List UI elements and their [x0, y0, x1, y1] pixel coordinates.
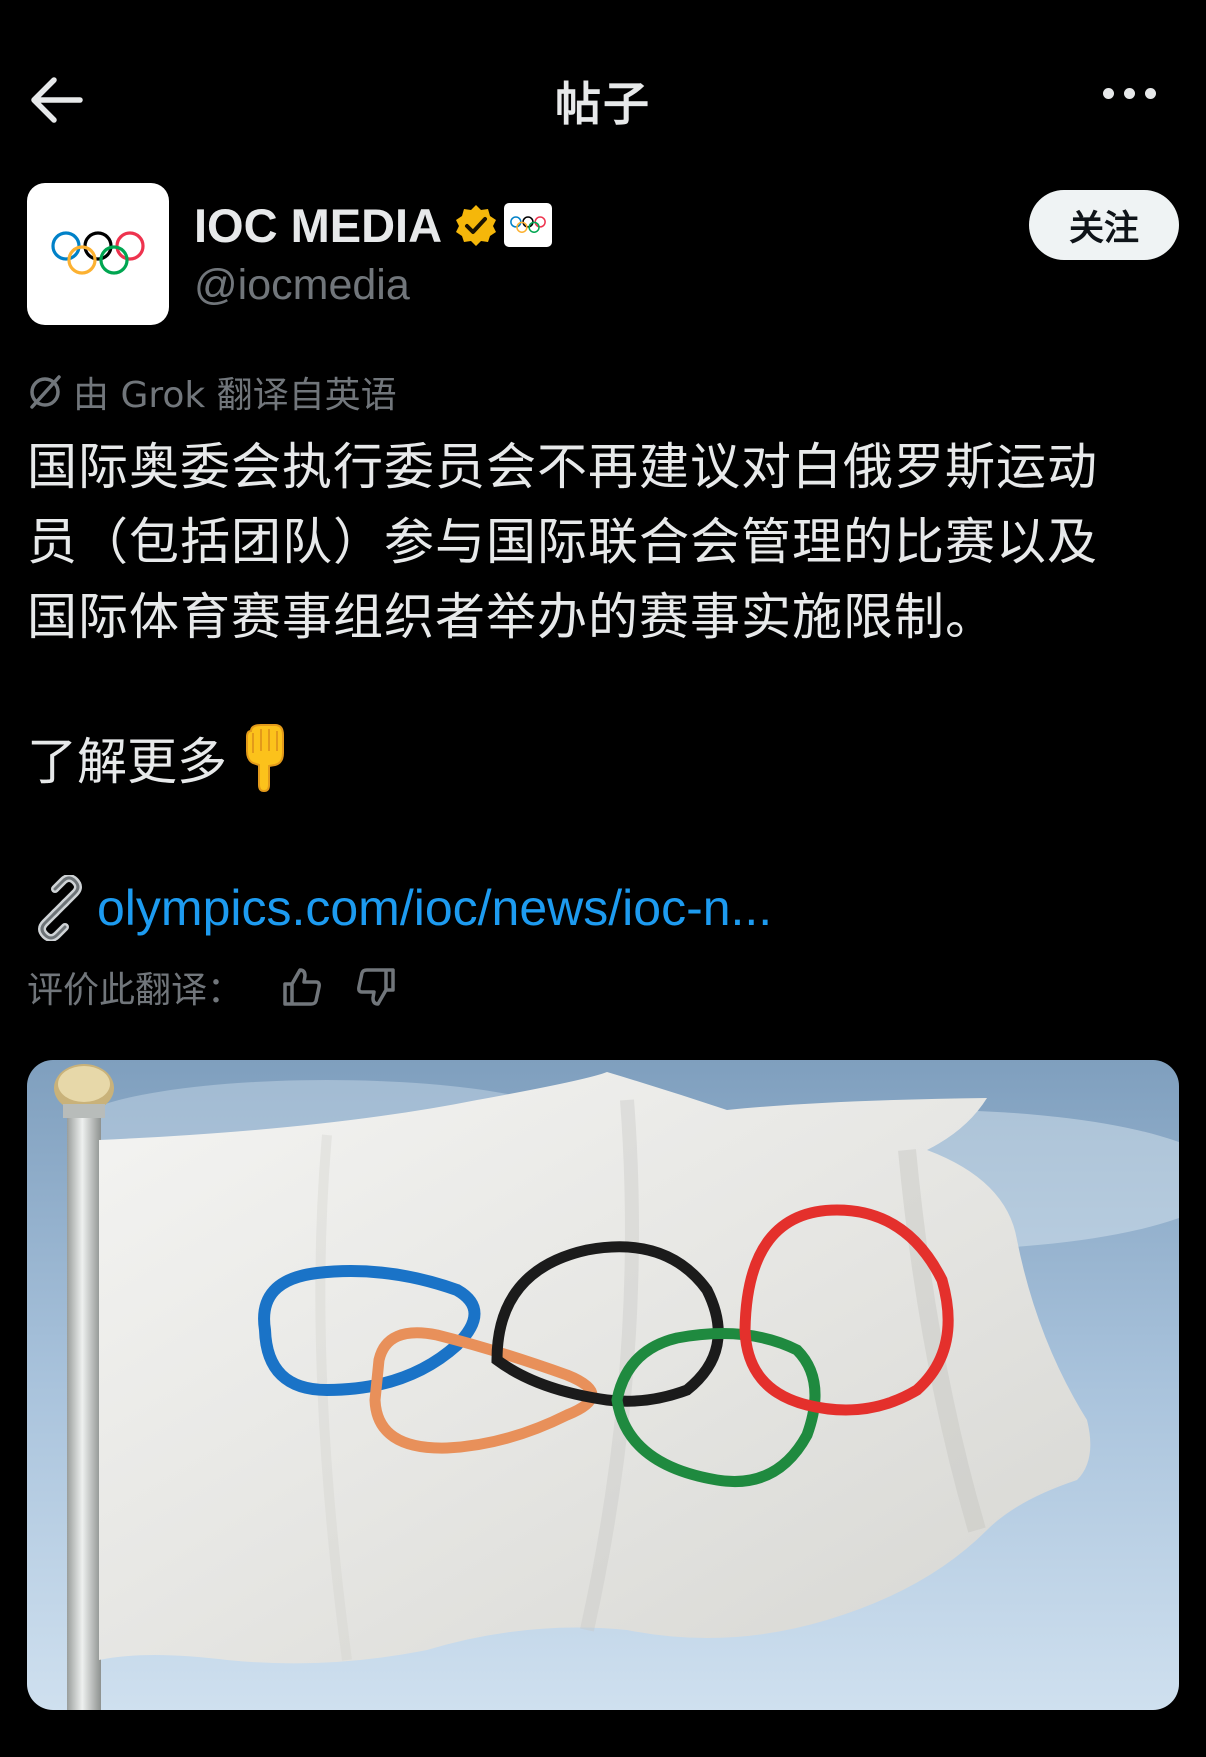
- more-options-button[interactable]: [1098, 84, 1164, 116]
- post-text-line: 国际体育赛事组织者举办的赛事实施限制。: [27, 588, 996, 646]
- post-link[interactable]: olympics.com/ioc/news/ioc-n...: [97, 879, 772, 937]
- more-dot: [1124, 88, 1135, 99]
- more-horizontal-icon: [1103, 88, 1114, 99]
- olympic-flag-image: [27, 1060, 1179, 1710]
- translation-note-text: 由 Grok 翻译自英语: [73, 375, 397, 416]
- post-text-line: 国际奥委会执行委员会不再建议对白俄罗斯运动: [27, 438, 1098, 496]
- rate-translation: 评价此翻译：: [27, 960, 399, 1014]
- learn-more-text: 了解更多: [27, 733, 227, 791]
- post-image[interactable]: [27, 1060, 1179, 1710]
- avatar[interactable]: [27, 183, 169, 325]
- post-text-line: 员（包括团队）参与国际联合会管理的比赛以及: [27, 513, 1098, 571]
- rate-translation-label: 评价此翻译：: [27, 970, 244, 1011]
- pointing-down-emoji: [246, 724, 284, 793]
- thumbs-down-icon: [357, 968, 395, 1006]
- olympic-rings-icon: [510, 216, 546, 233]
- post-author: IOC MEDIA @iocmedia 关注: [27, 183, 1179, 328]
- top-bar: 帖子: [0, 50, 1206, 150]
- page-title: 帖子: [555, 77, 651, 131]
- link-row: olympics.com/ioc/news/ioc-n...: [27, 868, 772, 948]
- follow-button[interactable]: 关注: [1029, 190, 1179, 260]
- more-dot: [1145, 88, 1156, 99]
- olympic-rings-logo: [51, 231, 145, 275]
- display-name[interactable]: IOC MEDIA: [194, 198, 442, 253]
- name-row: IOC MEDIA: [194, 197, 553, 253]
- affiliate-badge[interactable]: [504, 203, 553, 247]
- handle[interactable]: @iocmedia: [194, 261, 410, 310]
- thumbs-down-button[interactable]: [353, 964, 399, 1010]
- learn-more: 了解更多: [27, 718, 287, 798]
- translation-note: 由 Grok 翻译自英语: [27, 370, 397, 416]
- thumbs-up-button[interactable]: [279, 964, 325, 1010]
- link-icon: [38, 875, 82, 941]
- post-text: 国际奥委会执行委员会不再建议对白俄罗斯运动 员（包括团队）参与国际联合会管理的比…: [27, 430, 1187, 655]
- thumbs-up-icon: [283, 968, 321, 1006]
- translate-icon: [30, 375, 61, 409]
- verified-badge-icon: [456, 205, 497, 246]
